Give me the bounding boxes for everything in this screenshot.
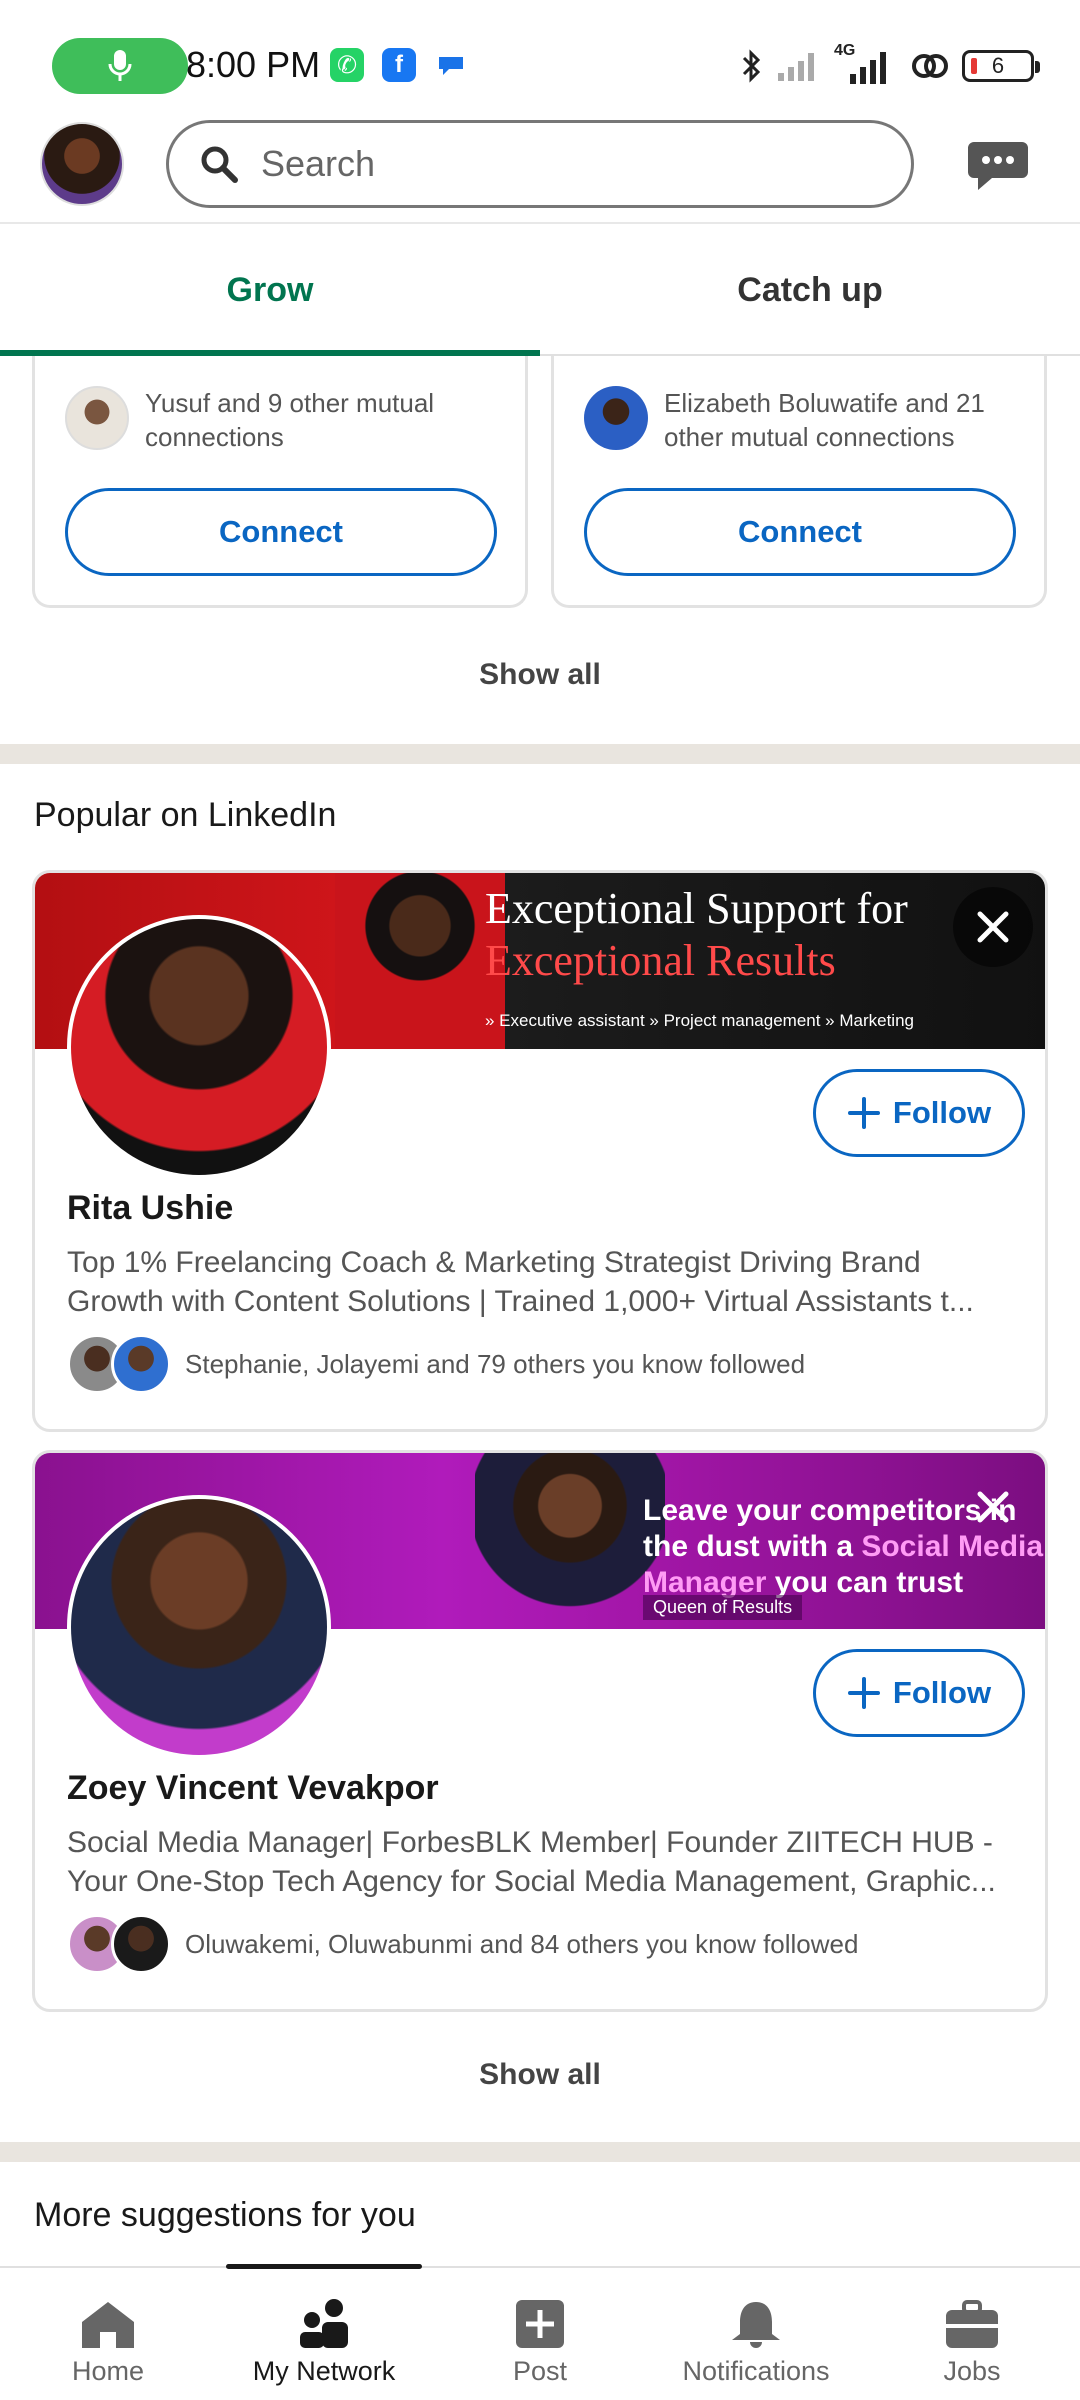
chat-bubble-icon xyxy=(434,48,468,82)
messaging-icon[interactable] xyxy=(966,138,1030,192)
profile-photo[interactable] xyxy=(67,915,331,1179)
nav-label: Post xyxy=(512,2356,568,2386)
mutual-connections: Elizabeth Boluwatife and 21 other mutual… xyxy=(584,386,1024,454)
follow-label: Follow xyxy=(892,1095,992,1130)
connection-card: Elizabeth Boluwatife and 21 other mutual… xyxy=(551,356,1047,608)
follow-label: Follow xyxy=(892,1675,992,1710)
show-all-button[interactable]: Show all xyxy=(0,2058,1080,2092)
status-time: 8:00 PM xyxy=(186,44,321,85)
dismiss-button[interactable] xyxy=(969,1483,1017,1531)
connect-button[interactable]: Connect xyxy=(65,488,497,576)
dismiss-button[interactable] xyxy=(953,887,1033,967)
mic-icon xyxy=(108,50,132,81)
nav-label: Home xyxy=(71,2356,145,2386)
hotspot-link-icon xyxy=(912,54,948,78)
banner-photo xyxy=(335,873,505,1049)
mutual-avatar xyxy=(65,386,129,450)
profile-avatar[interactable] xyxy=(40,122,124,206)
profile-photo[interactable] xyxy=(67,1495,331,1759)
briefcase-icon xyxy=(946,2300,998,2348)
nav-notifications[interactable]: Notifications xyxy=(648,2268,864,2400)
mutual-text: Elizabeth Boluwatife and 21 other mutual… xyxy=(664,388,985,452)
plus-icon xyxy=(847,1677,880,1709)
follower-avatar xyxy=(111,1914,171,1974)
plus-icon xyxy=(847,1097,880,1129)
top-bar: Search xyxy=(0,112,1080,224)
bottom-navigation: Home My Network Post Notifications Jobs xyxy=(0,2264,1080,2400)
search-icon xyxy=(201,146,238,183)
tab-catch-up[interactable]: Catch up xyxy=(540,226,1080,354)
nav-label: Notifications xyxy=(682,2356,830,2386)
search-placeholder: Search xyxy=(261,143,376,184)
section-divider xyxy=(0,2142,1080,2162)
people-icon xyxy=(300,2299,348,2348)
profile-headline: Top 1% Freelancing Coach & Marketing Str… xyxy=(67,1246,974,1318)
nav-home[interactable]: Home xyxy=(0,2268,216,2400)
mutual-text: Yusuf and 9 other mutual connections xyxy=(145,388,435,452)
battery-icon: 6 xyxy=(962,50,1040,82)
signal-weak-icon xyxy=(778,53,814,81)
banner-headline: Exceptional Support for Exceptional Resu… xyxy=(485,884,908,985)
banner-photo xyxy=(475,1453,665,1629)
plus-square-icon xyxy=(516,2300,564,2348)
popular-section-title: Popular on LinkedIn xyxy=(34,796,337,834)
bell-icon xyxy=(732,2302,780,2348)
tab-grow[interactable]: Grow xyxy=(0,226,540,356)
home-icon xyxy=(82,2302,134,2348)
status-icons: 4G 6 xyxy=(740,42,1040,88)
battery-level: 6 xyxy=(991,53,1005,78)
followed-by: Stephanie, Jolayemi and 79 others you kn… xyxy=(67,1331,805,1397)
section-divider xyxy=(0,744,1080,764)
mutual-avatar xyxy=(584,386,648,450)
connection-card: Yusuf and 9 other mutual connections Con… xyxy=(32,356,528,608)
bluetooth-icon xyxy=(742,49,761,83)
nav-jobs[interactable]: Jobs xyxy=(864,2268,1080,2400)
connect-button[interactable]: Connect xyxy=(584,488,1016,576)
status-bar: 8:00 PM ✆ f 4G 6 xyxy=(0,0,1080,112)
popular-profile-card[interactable]: Leave your competitors in the dust with … xyxy=(32,1450,1048,2012)
signal-4g-icon: 4G xyxy=(834,42,898,86)
followed-by-text: Stephanie, Jolayemi and 79 others you kn… xyxy=(185,1348,806,1379)
popular-profile-card[interactable]: Exceptional Support for Exceptional Resu… xyxy=(32,870,1048,1432)
followed-by-text: Oluwakemi, Oluwabunmi and 84 others you … xyxy=(185,1928,859,1959)
search-input[interactable]: Search xyxy=(166,120,914,208)
mutual-connections: Yusuf and 9 other mutual connections xyxy=(65,386,505,454)
nav-label: Jobs xyxy=(943,2356,1001,2386)
banner-subtext: Queen of Results xyxy=(643,1595,803,1620)
follow-button[interactable]: Follow xyxy=(813,1649,1025,1737)
profile-name[interactable]: Rita Ushie xyxy=(67,1189,233,1228)
mic-indicator[interactable] xyxy=(52,38,188,94)
follow-button[interactable]: Follow xyxy=(813,1069,1025,1157)
profile-name[interactable]: Zoey Vincent Vevakpor xyxy=(67,1769,439,1808)
more-suggestions-title: More suggestions for you xyxy=(34,2196,416,2234)
followed-by: Oluwakemi, Oluwabunmi and 84 others you … xyxy=(67,1911,858,1977)
nav-label: My Network xyxy=(252,2356,396,2386)
network-tabs: Grow Catch up xyxy=(0,226,1080,356)
banner-subtext: » Executive assistant » Project manageme… xyxy=(485,1011,914,1030)
profile-headline: Social Media Manager| ForbesBLK Member| … xyxy=(67,1826,996,1898)
follower-avatar xyxy=(111,1334,171,1394)
facebook-icon: f xyxy=(382,48,416,82)
close-icon xyxy=(977,911,1009,943)
nav-post[interactable]: Post xyxy=(432,2268,648,2400)
nav-my-network[interactable]: My Network xyxy=(216,2264,432,2400)
whatsapp-icon: ✆ xyxy=(330,48,364,82)
show-all-button[interactable]: Show all xyxy=(0,658,1080,692)
close-icon xyxy=(977,1491,1009,1523)
